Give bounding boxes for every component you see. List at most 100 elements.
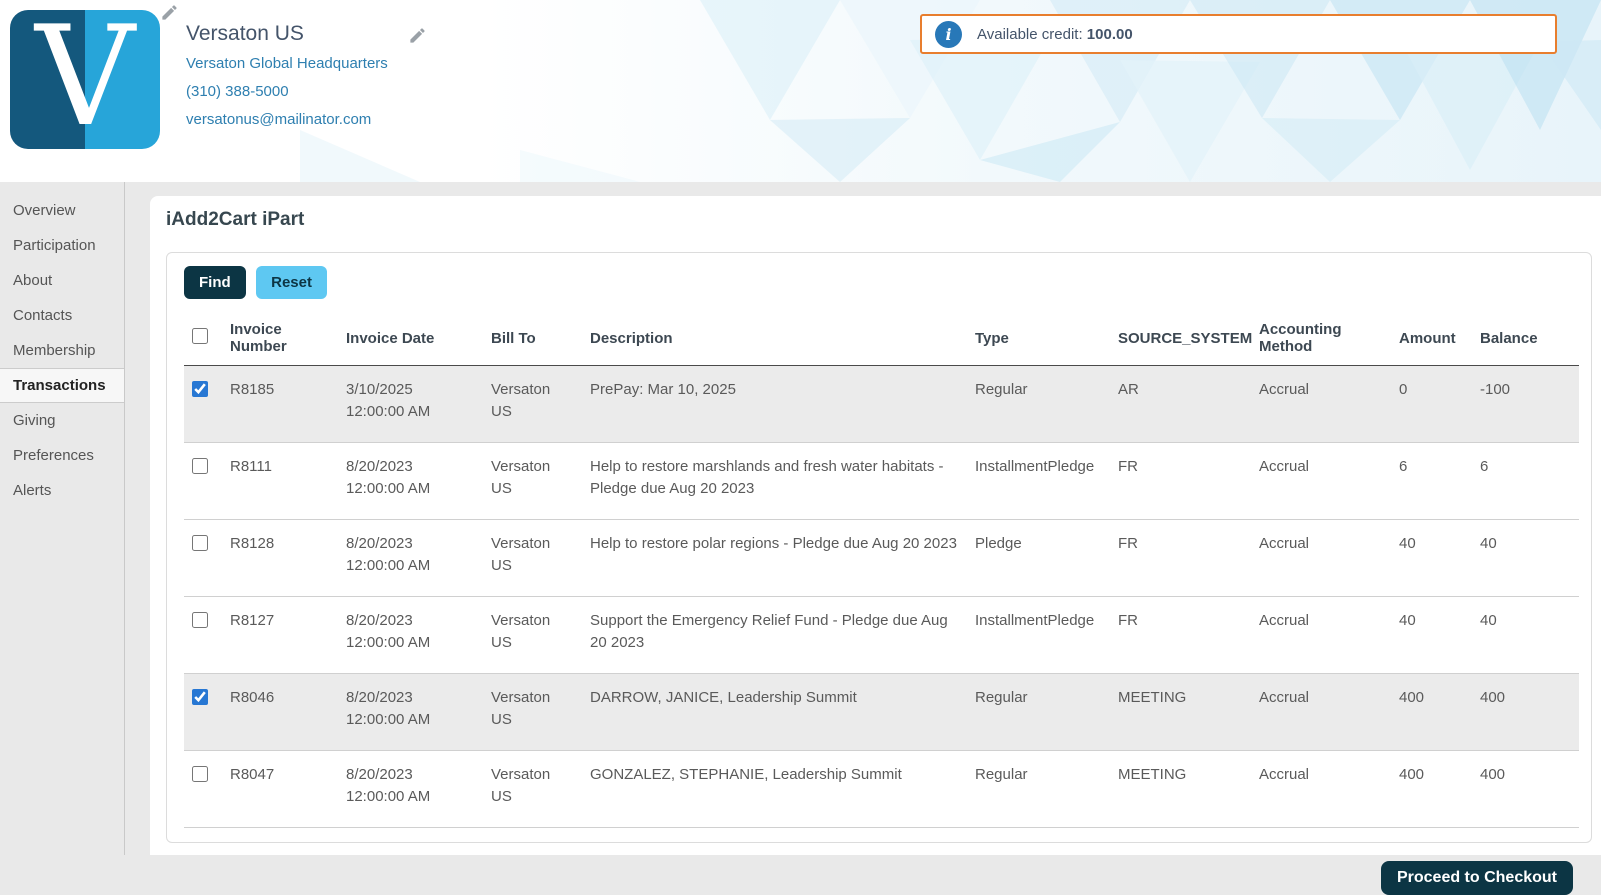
cell-accounting-method: Accrual (1251, 443, 1391, 520)
column-header: SOURCE_SYSTEM (1110, 311, 1251, 366)
column-header: Balance (1472, 311, 1579, 366)
org-headquarters-link[interactable]: Versaton Global Headquarters (186, 55, 388, 72)
cell-accounting-method: Accrual (1251, 520, 1391, 597)
sidebar-item-participation[interactable]: Participation (0, 228, 124, 263)
edit-logo-pencil-icon[interactable] (160, 3, 179, 22)
cell-amount: 400 (1391, 674, 1472, 751)
transactions-card: Find Reset Invoice NumberInvoice DateBil… (166, 252, 1592, 843)
available-credit-value: 100.00 (1087, 26, 1133, 43)
cell-invoice-number: R8127 (222, 597, 338, 674)
cell-invoice-date: 8/20/2023 12:00:00 AM (338, 520, 483, 597)
cell-balance: 400 (1472, 751, 1579, 828)
cell-source-system: MEETING (1110, 674, 1251, 751)
column-header: Bill To (483, 311, 582, 366)
reset-button[interactable]: Reset (256, 266, 327, 299)
sidebar-item-alerts[interactable]: Alerts (0, 473, 124, 508)
cell-amount: 0 (1391, 366, 1472, 443)
cell-amount: 40 (1391, 520, 1472, 597)
cell-invoice-number: R8111 (222, 443, 338, 520)
row-checkbox-cell (184, 597, 222, 674)
cell-accounting-method: Accrual (1251, 751, 1391, 828)
column-header: Amount (1391, 311, 1472, 366)
table-row: R81118/20/2023 12:00:00 AMVersaton USHel… (184, 443, 1579, 520)
row-checkbox[interactable] (192, 535, 208, 551)
cell-type: Regular (967, 674, 1110, 751)
sidebar-item-giving[interactable]: Giving (0, 403, 124, 438)
row-checkbox[interactable] (192, 689, 208, 705)
find-button[interactable]: Find (184, 266, 246, 299)
row-checkbox-cell (184, 366, 222, 443)
cell-invoice-number: R8046 (222, 674, 338, 751)
cell-type: Pledge (967, 520, 1110, 597)
cell-source-system: FR (1110, 443, 1251, 520)
company-logo: V (10, 10, 160, 149)
cell-type: InstallmentPledge (967, 443, 1110, 520)
cell-description: DARROW, JANICE, Leadership Summit (582, 674, 967, 751)
select-all-checkbox[interactable] (192, 328, 208, 344)
cell-bill-to: Versaton US (483, 366, 582, 443)
checkout-row: Proceed to Checkout (161, 861, 1573, 895)
row-checkbox[interactable] (192, 458, 208, 474)
row-checkbox-cell (184, 443, 222, 520)
cell-amount: 40 (1391, 597, 1472, 674)
cell-bill-to: Versaton US (483, 674, 582, 751)
org-email-link[interactable]: versatonus@mailinator.com (186, 111, 388, 128)
table-row: R81288/20/2023 12:00:00 AMVersaton USHel… (184, 520, 1579, 597)
row-checkbox[interactable] (192, 612, 208, 628)
select-all-cell (184, 311, 222, 366)
edit-org-pencil-icon[interactable] (408, 26, 427, 45)
cell-invoice-number: R8047 (222, 751, 338, 828)
cell-invoice-number: R8128 (222, 520, 338, 597)
cell-description: Support the Emergency Relief Fund - Pled… (582, 597, 967, 674)
column-header: Description (582, 311, 967, 366)
invoices-table: Invoice NumberInvoice DateBill ToDescrip… (184, 311, 1579, 828)
cell-bill-to: Versaton US (483, 520, 582, 597)
cell-balance: 400 (1472, 674, 1579, 751)
sidebar-item-transactions[interactable]: Transactions (0, 368, 124, 403)
table-header-row: Invoice NumberInvoice DateBill ToDescrip… (184, 311, 1579, 366)
org-info-block: Versaton US Versaton Global Headquarters… (186, 22, 388, 139)
company-banner: V Versaton US Versaton Global Headquarte… (0, 0, 1601, 182)
sidebar-item-preferences[interactable]: Preferences (0, 438, 124, 473)
sidebar-item-overview[interactable]: Overview (0, 193, 124, 228)
cell-description: GONZALEZ, STEPHANIE, Leadership Summit (582, 751, 967, 828)
table-row: R80478/20/2023 12:00:00 AMVersaton USGON… (184, 751, 1579, 828)
cell-balance: 6 (1472, 443, 1579, 520)
row-checkbox-cell (184, 520, 222, 597)
column-header: Type (967, 311, 1110, 366)
table-row: R80468/20/2023 12:00:00 AMVersaton USDAR… (184, 674, 1579, 751)
logo-letter: V (10, 10, 160, 149)
cell-balance: 40 (1472, 597, 1579, 674)
cell-source-system: FR (1110, 520, 1251, 597)
page-title: iAdd2Cart iPart (166, 209, 1601, 231)
main-content-panel: iAdd2Cart iPart Find Reset Invoice Numbe… (150, 196, 1601, 855)
cell-description: Help to restore marshlands and fresh wat… (582, 443, 967, 520)
cell-balance: -100 (1472, 366, 1579, 443)
org-phone-link[interactable]: (310) 388-5000 (186, 83, 388, 100)
available-credit-banner: i Available credit: 100.00 (920, 14, 1557, 54)
cell-accounting-method: Accrual (1251, 674, 1391, 751)
cell-invoice-date: 8/20/2023 12:00:00 AM (338, 597, 483, 674)
cell-type: Regular (967, 751, 1110, 828)
column-header: Invoice Date (338, 311, 483, 366)
row-checkbox-cell (184, 674, 222, 751)
column-header: Accounting Method (1251, 311, 1391, 366)
proceed-to-checkout-button[interactable]: Proceed to Checkout (1381, 861, 1573, 895)
sidebar-item-contacts[interactable]: Contacts (0, 298, 124, 333)
cell-invoice-date: 3/10/2025 12:00:00 AM (338, 366, 483, 443)
column-header: Invoice Number (222, 311, 338, 366)
cell-bill-to: Versaton US (483, 443, 582, 520)
cell-description: Help to restore polar regions - Pledge d… (582, 520, 967, 597)
row-checkbox[interactable] (192, 381, 208, 397)
info-icon: i (935, 21, 962, 48)
cell-invoice-date: 8/20/2023 12:00:00 AM (338, 674, 483, 751)
cell-source-system: AR (1110, 366, 1251, 443)
cell-invoice-date: 8/20/2023 12:00:00 AM (338, 751, 483, 828)
cell-amount: 6 (1391, 443, 1472, 520)
cell-accounting-method: Accrual (1251, 597, 1391, 674)
cell-source-system: FR (1110, 597, 1251, 674)
sidebar-item-about[interactable]: About (0, 263, 124, 298)
sidebar-item-membership[interactable]: Membership (0, 333, 124, 368)
cell-invoice-date: 8/20/2023 12:00:00 AM (338, 443, 483, 520)
row-checkbox[interactable] (192, 766, 208, 782)
